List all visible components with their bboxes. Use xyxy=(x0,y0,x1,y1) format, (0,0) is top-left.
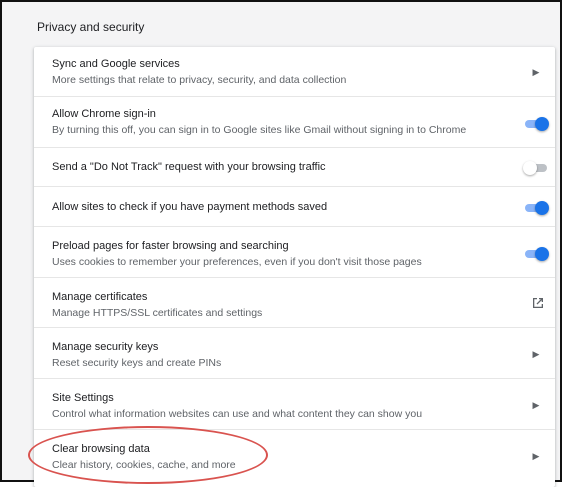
row-manage-security-keys[interactable]: Manage security keys Reset security keys… xyxy=(34,327,555,378)
preload-pages-toggle[interactable] xyxy=(523,247,549,261)
row-title: Allow Chrome sign-in xyxy=(52,108,156,120)
row-allow-chrome-signin[interactable]: Allow Chrome sign-in By turning this off… xyxy=(34,96,555,147)
allow-signin-toggle[interactable] xyxy=(523,117,549,131)
row-subtitle: Clear history, cookies, cache, and more xyxy=(52,459,236,471)
open-in-new-icon xyxy=(533,298,543,308)
row-title: Send a "Do Not Track" request with your … xyxy=(52,161,326,173)
row-do-not-track[interactable]: Send a "Do Not Track" request with your … xyxy=(34,147,555,186)
chevron-right-icon: ▶ xyxy=(532,451,540,461)
row-subtitle: More settings that relate to privacy, se… xyxy=(52,74,347,86)
row-clear-browsing-data[interactable]: Clear browsing data Clear history, cooki… xyxy=(34,429,555,485)
row-title: Preload pages for faster browsing and se… xyxy=(52,240,289,252)
chevron-right-icon: ▶ xyxy=(532,67,540,77)
row-title: Manage certificates xyxy=(52,291,148,303)
row-title: Sync and Google services xyxy=(52,58,180,70)
row-subtitle: Reset security keys and create PINs xyxy=(52,357,222,369)
row-subtitle: By turning this off, you can sign in to … xyxy=(52,124,467,136)
do-not-track-toggle[interactable] xyxy=(523,161,549,175)
payment-methods-toggle[interactable] xyxy=(523,201,549,215)
window-frame: Privacy and security Sync and Google ser… xyxy=(0,0,562,487)
row-sync-google-services[interactable]: Sync and Google services More settings t… xyxy=(34,47,555,96)
row-manage-certificates[interactable]: Manage certificates Manage HTTPS/SSL cer… xyxy=(34,277,555,327)
row-subtitle: Manage HTTPS/SSL certificates and settin… xyxy=(52,307,263,319)
row-subtitle: Uses cookies to remember your preference… xyxy=(52,256,422,268)
row-title: Manage security keys xyxy=(52,341,159,353)
chevron-right-icon: ▶ xyxy=(532,400,540,410)
row-title: Clear browsing data xyxy=(52,443,150,455)
privacy-security-card: Sync and Google services More settings t… xyxy=(34,47,555,487)
row-payment-methods[interactable]: Allow sites to check if you have payment… xyxy=(34,186,555,226)
row-title: Allow sites to check if you have payment… xyxy=(52,201,328,213)
row-title: Site Settings xyxy=(52,392,114,404)
chevron-right-icon: ▶ xyxy=(532,349,540,359)
row-site-settings[interactable]: Site Settings Control what information w… xyxy=(34,378,555,429)
row-subtitle: Control what information websites can us… xyxy=(52,408,423,420)
section-title: Privacy and security xyxy=(37,20,145,34)
row-preload-pages[interactable]: Preload pages for faster browsing and se… xyxy=(34,226,555,277)
